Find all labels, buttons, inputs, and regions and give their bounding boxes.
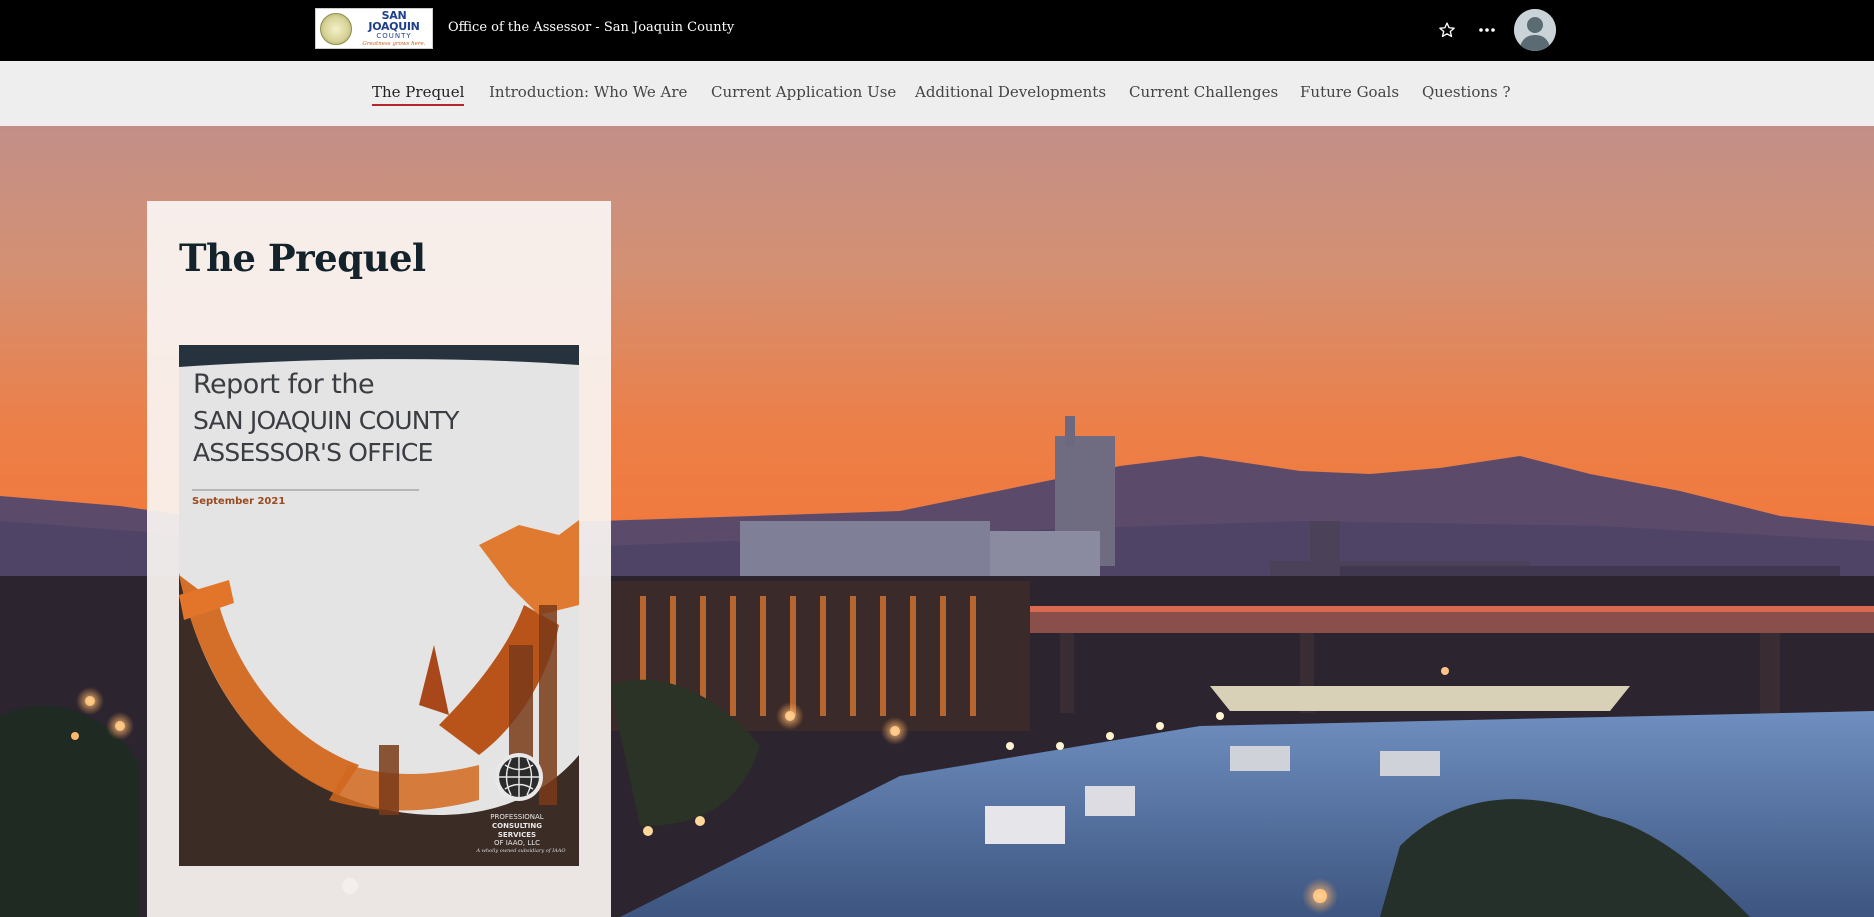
site-title[interactable]: Office of the Assessor - San Joaquin Cou… [448, 20, 734, 35]
star-icon-glyph [1439, 22, 1455, 38]
report-cover-org: PROFESSIONAL CONSULTING SERVICES OF IAAO… [473, 813, 561, 848]
user-silhouette-icon [1514, 9, 1556, 51]
report-cover-image[interactable]: Report for the SAN JOAQUIN COUNTY ASSESS… [179, 345, 579, 866]
report-cover-subtitle: A wholly owned subsidiary of IAAO [476, 848, 566, 854]
logo-main-text: SAN JOAQUIN [368, 8, 420, 33]
story-content-card: The Prequel Report for the SAN JOAQUIN C… [147, 201, 611, 917]
nav-item-current-application-use[interactable]: Current Application Use [711, 83, 896, 104]
more-options-icon[interactable] [1472, 15, 1502, 45]
section-title: The Prequel [179, 236, 426, 280]
county-logo[interactable]: SAN JOAQUIN COUNTY Greatness grows here. [315, 8, 433, 49]
report-org-line2: CONSULTING SERVICES [492, 821, 542, 839]
logo-tagline: Greatness grows here. [362, 40, 426, 47]
report-cover-line1: Report for the [193, 369, 375, 400]
nav-item-future-goals[interactable]: Future Goals [1300, 83, 1399, 104]
user-avatar[interactable] [1514, 9, 1556, 51]
nav-item-additional-developments[interactable]: Additional Developments [915, 83, 1106, 104]
nav-item-questions[interactable]: Questions ? [1422, 83, 1511, 104]
favorite-star-icon[interactable] [1432, 15, 1462, 45]
logo-sub-text: COUNTY [376, 31, 412, 40]
report-org-line1: PROFESSIONAL [490, 813, 544, 821]
report-cover-date: September 2021 [192, 496, 286, 507]
report-cover-line2: SAN JOAQUIN COUNTY [193, 406, 459, 435]
nav-item-the-prequel[interactable]: The Prequel [372, 83, 465, 106]
top-bar: SAN JOAQUIN COUNTY Greatness grows here.… [0, 0, 1874, 61]
report-cover-line3: ASSESSOR'S OFFICE [193, 438, 433, 467]
story-navigation: The Prequel Introduction: Who We Are Cur… [0, 61, 1874, 126]
report-org-line3: OF IAAO, LLC [493, 839, 541, 848]
county-seal-icon [320, 12, 352, 45]
nav-item-current-challenges[interactable]: Current Challenges [1129, 83, 1278, 104]
ellipsis-icon-glyph [1479, 28, 1495, 32]
logo-wordmark: SAN JOAQUIN COUNTY Greatness grows here. [357, 10, 431, 48]
nav-item-introduction[interactable]: Introduction: Who We Are [489, 83, 687, 104]
globe-logo-icon [495, 753, 543, 801]
